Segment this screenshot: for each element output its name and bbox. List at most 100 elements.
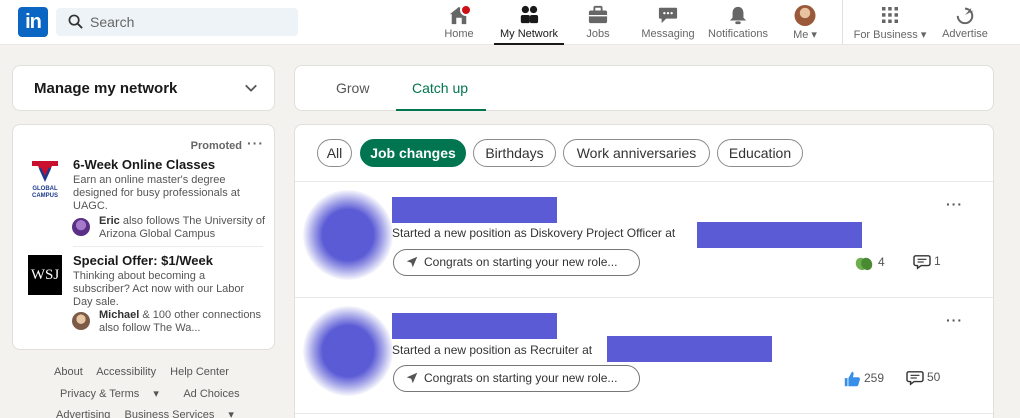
tab-catch-up[interactable]: Catch up: [412, 80, 468, 96]
comment-icon: [913, 255, 931, 270]
search-icon: [68, 14, 83, 29]
linkedin-logo[interactable]: in: [18, 7, 48, 37]
ad-body: Thinking about becoming a subscriber? Ac…: [73, 270, 245, 308]
ad-headline[interactable]: 6-Week Online Classes: [73, 157, 215, 172]
network-tabs-card: Grow Catch up: [294, 65, 994, 111]
uagc-logo: GLOBAL CAMPUS: [32, 161, 58, 199]
more-options-icon[interactable]: ···: [946, 196, 963, 212]
filter-all[interactable]: All: [317, 139, 352, 167]
follow-name: Eric: [99, 215, 120, 227]
bell-icon: [729, 6, 747, 25]
comments-number: 1: [934, 254, 941, 269]
footer-link-ad-choices[interactable]: Ad Choices: [183, 388, 239, 400]
briefcase-icon: [588, 5, 608, 24]
filter-birthdays[interactable]: Birthdays: [473, 139, 556, 167]
nav-notifications[interactable]: Notifications: [706, 4, 770, 45]
nav-home[interactable]: Home: [442, 4, 476, 45]
notification-dot: [460, 4, 472, 16]
ad-divider: [73, 246, 263, 247]
more-options-icon[interactable]: ···: [247, 135, 264, 151]
nav-advertise[interactable]: Advertise: [940, 4, 990, 45]
tab-grow[interactable]: Grow: [336, 80, 369, 96]
promoted-label: Promoted: [190, 140, 242, 152]
active-tab-indicator: [396, 109, 486, 111]
congrats-button[interactable]: Congrats on starting your new role...: [393, 365, 640, 392]
search-input[interactable]: [90, 8, 290, 36]
congrats-button[interactable]: Congrats on starting your new role...: [393, 249, 640, 276]
redacted-name[interactable]: [392, 197, 557, 223]
footer-link-help-center[interactable]: Help Center: [170, 366, 229, 378]
footer-link-business-services[interactable]: Business Services ▾: [124, 409, 244, 418]
send-icon: [406, 372, 418, 384]
redacted-name[interactable]: [392, 313, 557, 339]
nav-my-network-label: My Network: [499, 28, 559, 40]
ad-follow-text: Michael & 100 other connections also fol…: [72, 309, 273, 335]
follow-rest: also follows The University of Arizona G…: [99, 215, 266, 240]
footer-link-privacy-terms[interactable]: Privacy & Terms ▾: [60, 388, 170, 400]
position-description: Started a new position as Recruiter at: [392, 343, 593, 357]
nav-messaging-label: Messaging: [641, 28, 695, 40]
caret-down-icon: ▾: [228, 409, 234, 418]
footer-link-accessibility[interactable]: Accessibility: [96, 366, 156, 378]
ad-headline[interactable]: Special Offer: $1/Week: [73, 253, 213, 268]
promoted-card: Promoted ··· GLOBAL CAMPUS 6-Week Online…: [12, 124, 275, 350]
message-icon: [658, 7, 678, 24]
connection-avatar: [72, 218, 90, 236]
reactions-count[interactable]: 4: [853, 254, 885, 272]
nav-jobs[interactable]: Jobs: [582, 4, 614, 45]
catch-up-feed: All Job changes Birthdays Work anniversa…: [294, 124, 994, 418]
reactions-number: 4: [878, 255, 885, 270]
people-icon: [520, 5, 539, 24]
nav-home-label: Home: [444, 28, 474, 40]
profile-photo-redacted[interactable]: [303, 190, 393, 280]
redacted-company[interactable]: [607, 336, 772, 362]
nav-for-business-label: For Business: [853, 29, 918, 41]
feed-item: Started a new position as Diskovery Proj…: [295, 182, 993, 297]
connection-avatar: [72, 312, 90, 330]
follow-name: Michael: [99, 309, 140, 321]
nav-me[interactable]: Me ▾: [788, 4, 822, 45]
footer-link-advertising[interactable]: Advertising: [56, 409, 110, 418]
wsj-logo: WSJ: [28, 255, 62, 295]
ad-follow-text: Eric also follows The University of Ariz…: [72, 215, 273, 241]
footer-link-about[interactable]: About: [54, 366, 83, 378]
chevron-down-icon[interactable]: [244, 81, 258, 95]
nav-notifications-label: Notifications: [708, 28, 768, 40]
manage-network-title: Manage my network: [34, 80, 178, 97]
comments-number: 50: [927, 370, 941, 385]
profile-photo-redacted[interactable]: [303, 306, 393, 396]
nav-jobs-label: Jobs: [586, 28, 610, 40]
position-description: Started a new position as Diskovery Proj…: [392, 226, 676, 240]
svg-text:GLOBAL: GLOBAL: [32, 186, 58, 192]
send-icon: [406, 256, 418, 268]
manage-network-card[interactable]: Manage my network: [12, 65, 275, 111]
nav-me-label: Me: [793, 29, 809, 41]
nav-advertise-label: Advertise: [942, 28, 988, 40]
caret-down-icon: ▾: [153, 388, 159, 400]
redacted-company[interactable]: [697, 222, 862, 248]
svg-text:CAMPUS: CAMPUS: [32, 193, 58, 199]
comments-count[interactable]: 50: [906, 370, 940, 386]
congrats-label: Congrats on starting your new role...: [424, 371, 618, 385]
grid-icon: [882, 7, 898, 23]
top-navigation-bar: in Home My Network Jobs Messaging Notifi…: [0, 0, 1020, 45]
clap-icon: [855, 257, 873, 271]
reactions-count[interactable]: 259: [843, 370, 884, 388]
comment-icon: [906, 371, 924, 386]
filter-education[interactable]: Education: [717, 139, 803, 167]
filter-work-anniversaries[interactable]: Work anniversaries: [563, 139, 710, 167]
search-box[interactable]: [56, 8, 298, 36]
ad-body: Earn an online master's degree designed …: [73, 174, 240, 212]
caret-down-icon: ▾: [920, 29, 927, 41]
footer-link-label: Privacy & Terms: [60, 388, 140, 400]
user-avatar: [794, 5, 816, 26]
nav-for-business[interactable]: For Business ▾: [852, 4, 928, 45]
nav-my-network[interactable]: My Network: [494, 4, 564, 45]
comments-count[interactable]: 1: [913, 254, 941, 270]
more-options-icon[interactable]: ···: [946, 312, 963, 328]
footer-link-label: Business Services: [124, 409, 215, 418]
nav-messaging[interactable]: Messaging: [640, 4, 696, 45]
nav-divider: [842, 0, 843, 45]
filter-job-changes[interactable]: Job changes: [360, 139, 466, 167]
caret-down-icon: ▾: [811, 29, 817, 41]
